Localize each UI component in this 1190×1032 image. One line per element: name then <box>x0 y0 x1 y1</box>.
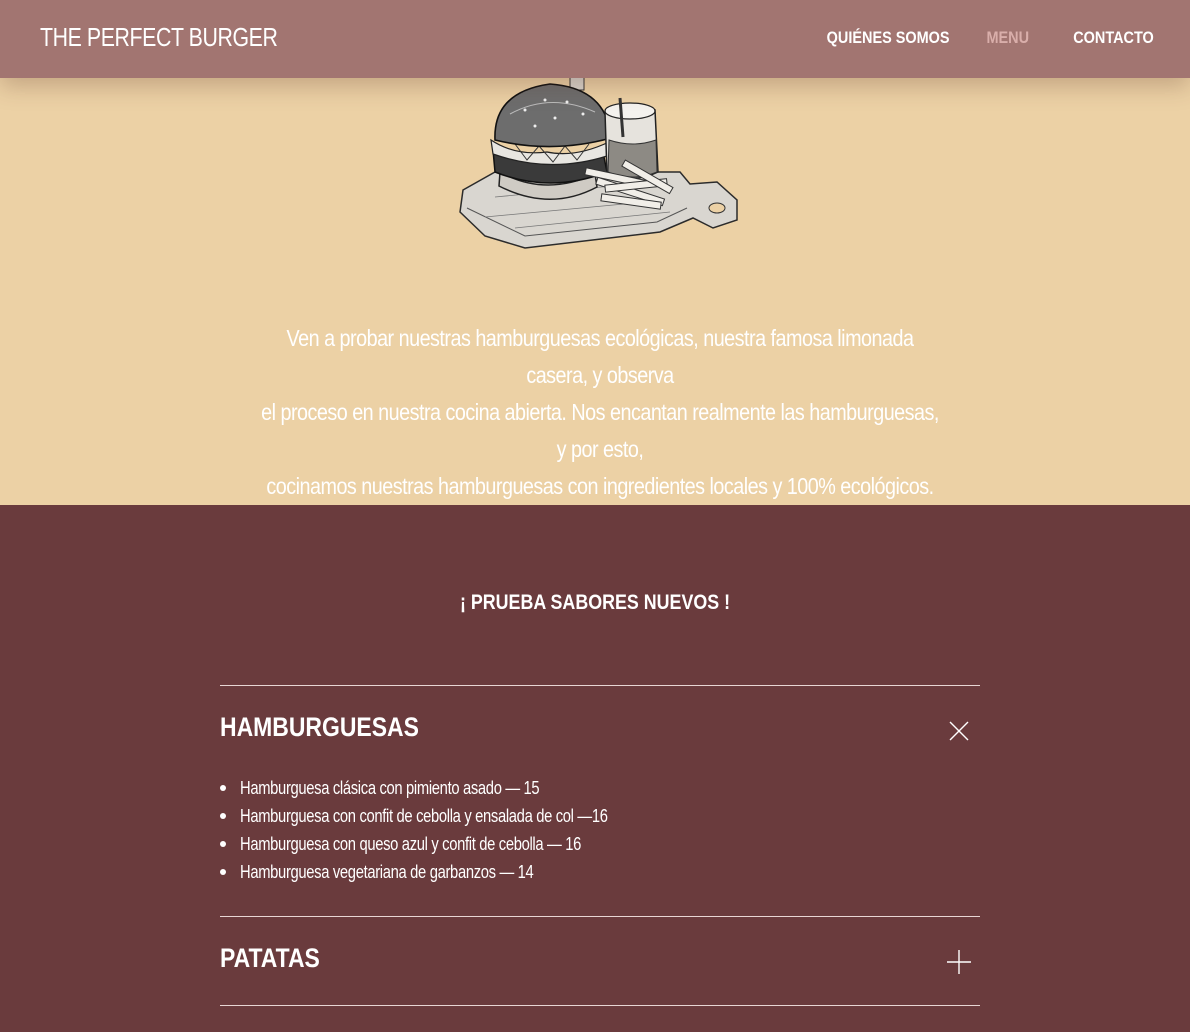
accordion-header-hamburguesas[interactable]: HAMBURGUESAS <box>220 686 980 774</box>
main-nav: QUIÉNES SOMOS MENU CONTACTO <box>805 28 1154 48</box>
top-navbar: THE PERFECT BURGER QUIÉNES SOMOS MENU CO… <box>0 0 1190 78</box>
brand-logo-link[interactable]: THE PERFECT BURGER <box>40 22 278 53</box>
list-item: Hamburguesa clásica con pimiento asado —… <box>220 774 980 802</box>
accordion-title: PATATAS <box>220 943 320 973</box>
menu-section: ¡ PRUEBA SABORES NUEVOS ! HAMBURGUESAS H… <box>0 505 1190 1032</box>
close-icon[interactable] <box>946 718 972 744</box>
hero-line: cocinamos nuestras hamburguesas con ingr… <box>266 473 934 499</box>
list-item: Hamburguesa vegetariana de garbanzos — 1… <box>220 858 980 886</box>
plus-icon[interactable] <box>946 949 972 975</box>
accordion-item-patatas: PATATAS <box>220 917 980 1005</box>
nav-quienes-somos[interactable]: QUIÉNES SOMOS <box>826 28 949 48</box>
hero-line: el proceso en nuestra cocina abierta. No… <box>261 399 939 462</box>
list-item: Hamburguesa con queso azul y confit de c… <box>220 830 980 858</box>
accordion-header-patatas[interactable]: PATATAS <box>220 917 980 1005</box>
nav-contacto[interactable]: CONTACTO <box>1073 28 1154 48</box>
nav-menu[interactable]: MENU <box>987 28 1030 48</box>
hamburguesas-list: Hamburguesa clásica con pimiento asado —… <box>220 774 980 916</box>
accordion-title: HAMBURGUESAS <box>220 712 419 742</box>
accordion-divider <box>220 1005 980 1006</box>
menu-accordion: HAMBURGUESAS Hamburguesa clásica con pim… <box>220 685 980 1006</box>
hero-line: Ven a probar nuestras hamburguesas ecoló… <box>286 325 914 388</box>
menu-heading: ¡ PRUEBA SABORES NUEVOS ! <box>459 591 731 614</box>
list-item: Hamburguesa con confit de cebolla y ensa… <box>220 802 980 830</box>
accordion-item-hamburguesas: HAMBURGUESAS Hamburguesa clásica con pim… <box>220 686 980 916</box>
hero-description: Ven a probar nuestras hamburguesas ecoló… <box>205 320 995 505</box>
